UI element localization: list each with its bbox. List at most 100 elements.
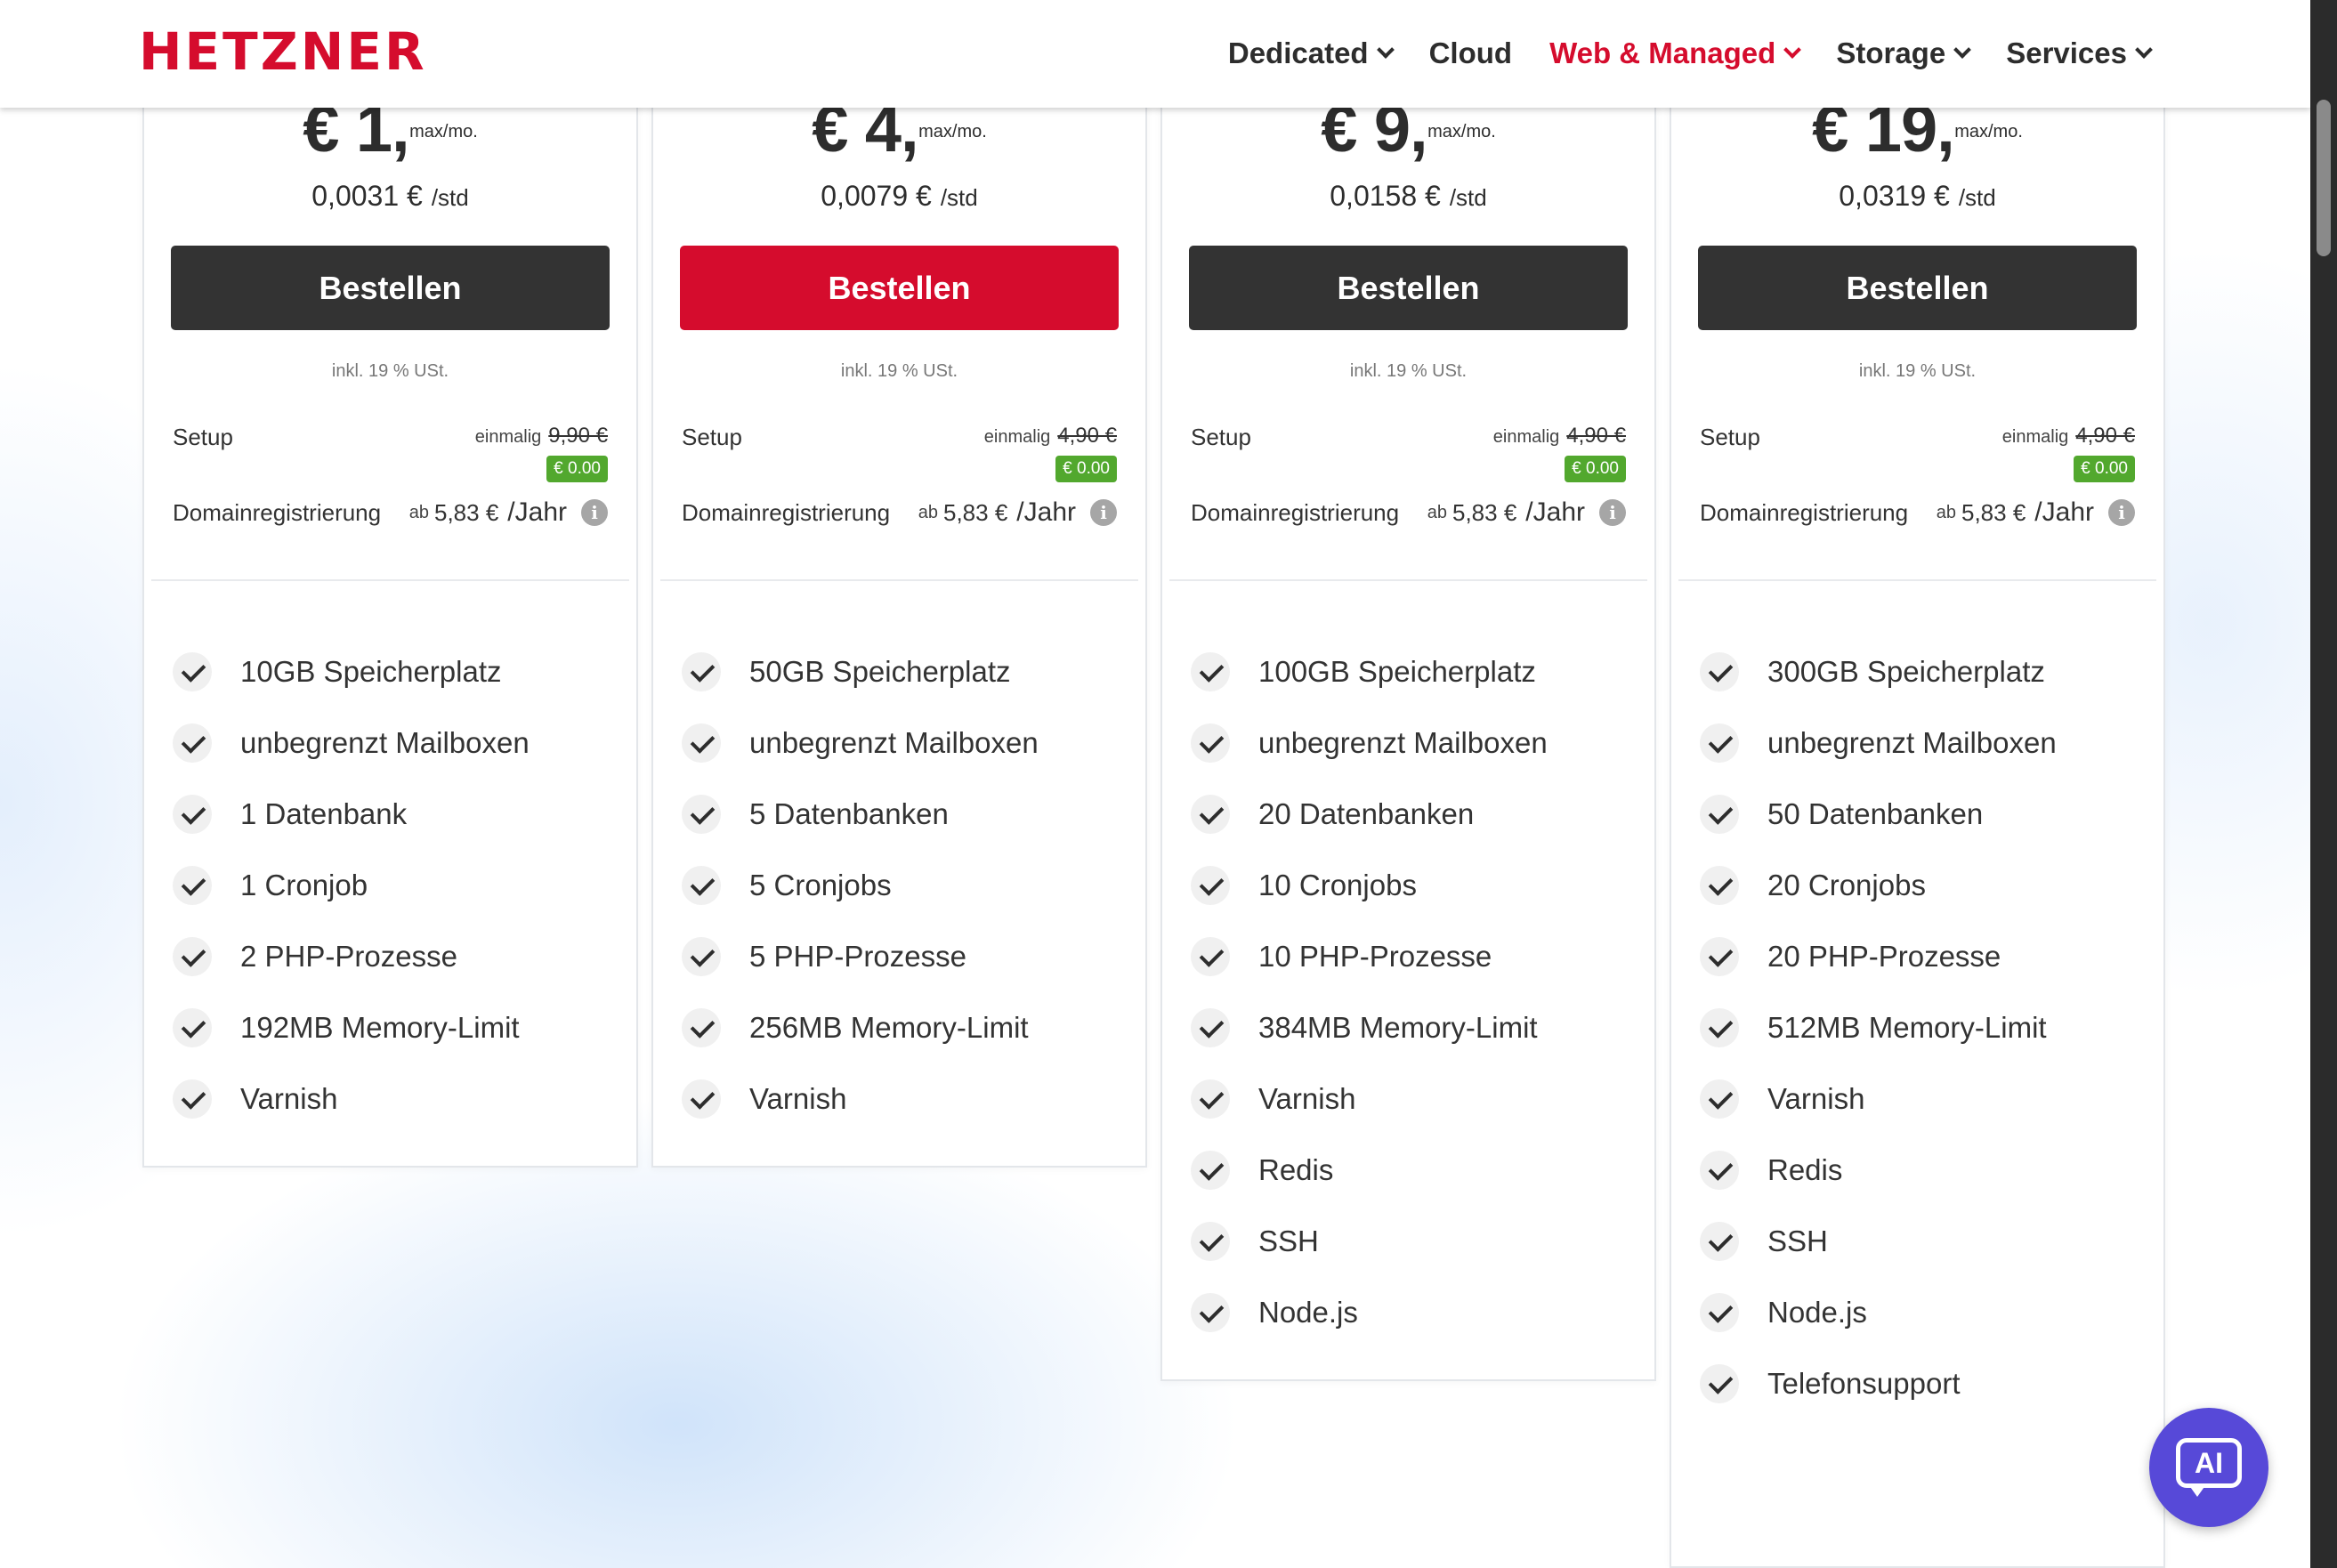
check-icon [173, 795, 212, 834]
setup-row: Setup einmalig 4,90 € € 0.00 [682, 424, 1117, 499]
check-icon [1700, 652, 1739, 691]
list-item: Node.js [1191, 1271, 1654, 1354]
domain-label: Domainregistrierung [682, 499, 891, 526]
vat-note: inkl. 19 % USt. [331, 361, 449, 381]
list-item: Telefonsupport [1700, 1342, 2163, 1426]
nav-label: Web & Managed [1549, 36, 1776, 69]
feature-list: 300GB Speicherplatz unbegrenzt Mailboxen… [1671, 581, 2163, 1451]
free-setup-badge: € 0.00 [1565, 456, 1626, 482]
check-icon [682, 652, 721, 691]
old-setup-price: 4,90 € [1566, 424, 1626, 448]
order-button[interactable]: Bestellen [1698, 246, 2137, 330]
chevron-down-icon [1953, 41, 1972, 59]
free-setup-badge: € 0.00 [546, 456, 608, 482]
list-item: Varnish [682, 1057, 1145, 1141]
nav-item-storage[interactable]: Storage [1836, 36, 1972, 70]
feature-list: 10GB Speicherplatz unbegrenzt Mailboxen … [144, 581, 636, 1166]
domain-row: Domainregistrierung ab 5,83 €/Jahr i [173, 497, 608, 544]
check-icon [1191, 723, 1230, 763]
free-setup-badge: € 0.00 [1055, 456, 1117, 482]
nav-label: Cloud [1428, 36, 1513, 69]
check-icon [1700, 723, 1739, 763]
nav-label: Storage [1836, 36, 1946, 69]
info-icon[interactable]: i [1599, 499, 1626, 526]
hetzner-logo[interactable]: HETZNER [139, 26, 427, 77]
check-icon [1191, 937, 1230, 976]
info-icon[interactable]: i [1090, 499, 1117, 526]
order-button[interactable]: Bestellen [171, 246, 610, 330]
info-icon[interactable]: i [2108, 499, 2135, 526]
check-icon [173, 652, 212, 691]
domain-row: Domainregistrierung ab 5,83 €/Jahr i [1700, 497, 2135, 544]
check-icon [1191, 1222, 1230, 1261]
nav-item-services[interactable]: Services [2006, 36, 2153, 70]
setup-label: Setup [1191, 424, 1251, 450]
plan-card: € 1,90max/mo. 0,0031 €/std Bestellen ink… [142, 53, 638, 1168]
check-icon [1191, 1293, 1230, 1332]
domain-row: Domainregistrierung ab 5,83 €/Jahr i [1191, 497, 1626, 544]
list-item: Varnish [173, 1057, 636, 1141]
hourly-price: 0,0079 €/std [821, 180, 978, 212]
domain-label: Domainregistrierung [1700, 499, 1909, 526]
check-icon [1700, 1293, 1739, 1332]
ai-assistant-button[interactable]: AI [2149, 1408, 2268, 1527]
check-icon [682, 937, 721, 976]
setup-label: Setup [173, 424, 233, 450]
check-icon [682, 723, 721, 763]
nav-item-dedicated[interactable]: Dedicated [1227, 36, 1395, 70]
check-icon [1191, 652, 1230, 691]
domain-price: ab 5,83 €/Jahr i [1427, 497, 1626, 528]
setup-price: einmalig 9,90 € € 0.00 [475, 424, 608, 482]
nav-label: Services [2006, 36, 2127, 69]
hourly-price: 0,0031 €/std [311, 180, 469, 212]
check-icon [1700, 795, 1739, 834]
old-setup-price: 9,90 € [548, 424, 608, 448]
feature-list: 50GB Speicherplatz unbegrenzt Mailboxen … [653, 581, 1145, 1166]
check-icon [1700, 1151, 1739, 1190]
chat-bubble-tail [2188, 1484, 2206, 1497]
domain-price: ab 5,83 €/Jahr i [409, 497, 608, 528]
nav-item-web-managed[interactable]: Web & Managed [1549, 36, 1802, 70]
check-icon [1191, 1008, 1230, 1047]
ai-label: AI [2195, 1447, 2223, 1479]
nav-label: Dedicated [1227, 36, 1369, 69]
check-icon [682, 866, 721, 905]
setup-row: Setup einmalig 9,90 € € 0.00 [173, 424, 608, 499]
vat-note: inkl. 19 % USt. [1349, 361, 1468, 381]
old-setup-price: 4,90 € [1057, 424, 1117, 448]
info-icon[interactable]: i [581, 499, 608, 526]
order-button[interactable]: Bestellen [680, 246, 1119, 330]
check-icon [682, 1008, 721, 1047]
vat-note: inkl. 19 % USt. [840, 361, 958, 381]
check-icon [1700, 1222, 1739, 1261]
check-icon [682, 1079, 721, 1119]
order-button[interactable]: Bestellen [1189, 246, 1628, 330]
check-icon [1700, 1364, 1739, 1403]
check-icon [1700, 937, 1739, 976]
check-icon [173, 723, 212, 763]
scrollbar-thumb[interactable] [2317, 100, 2331, 256]
setup-row: Setup einmalig 4,90 € € 0.00 [1191, 424, 1626, 499]
setup-row: Setup einmalig 4,90 € € 0.00 [1700, 424, 2135, 499]
check-icon [173, 937, 212, 976]
chevron-down-icon [1783, 41, 1802, 59]
hourly-price: 0,0158 €/std [1330, 180, 1487, 212]
check-icon [1191, 866, 1230, 905]
feature-list: 100GB Speicherplatz unbegrenzt Mailboxen… [1162, 581, 1654, 1379]
check-icon [1191, 795, 1230, 834]
setup-price: einmalig 4,90 € € 0.00 [2002, 424, 2135, 482]
domain-label: Domainregistrierung [1191, 499, 1400, 526]
site-header: HETZNER Dedicated Cloud Web & Managed St… [0, 0, 2310, 108]
old-setup-price: 4,90 € [2075, 424, 2135, 448]
page-scrollbar[interactable] [2310, 0, 2337, 1568]
nav-item-cloud[interactable]: Cloud [1429, 36, 1512, 70]
domain-price: ab 5,83 €/Jahr i [1937, 497, 2135, 528]
plan-card: € 4,90max/mo. 0,0079 €/std Bestellen ink… [651, 53, 1147, 1168]
check-icon [1700, 1079, 1739, 1119]
domain-row: Domainregistrierung ab 5,83 €/Jahr i [682, 497, 1117, 544]
check-icon [173, 866, 212, 905]
domain-price: ab 5,83 €/Jahr i [918, 497, 1117, 528]
plan-card: € 19,90max/mo. 0,0319 €/std Bestellen in… [1670, 53, 2165, 1568]
check-icon [1191, 1079, 1230, 1119]
chevron-down-icon [2135, 41, 2153, 59]
